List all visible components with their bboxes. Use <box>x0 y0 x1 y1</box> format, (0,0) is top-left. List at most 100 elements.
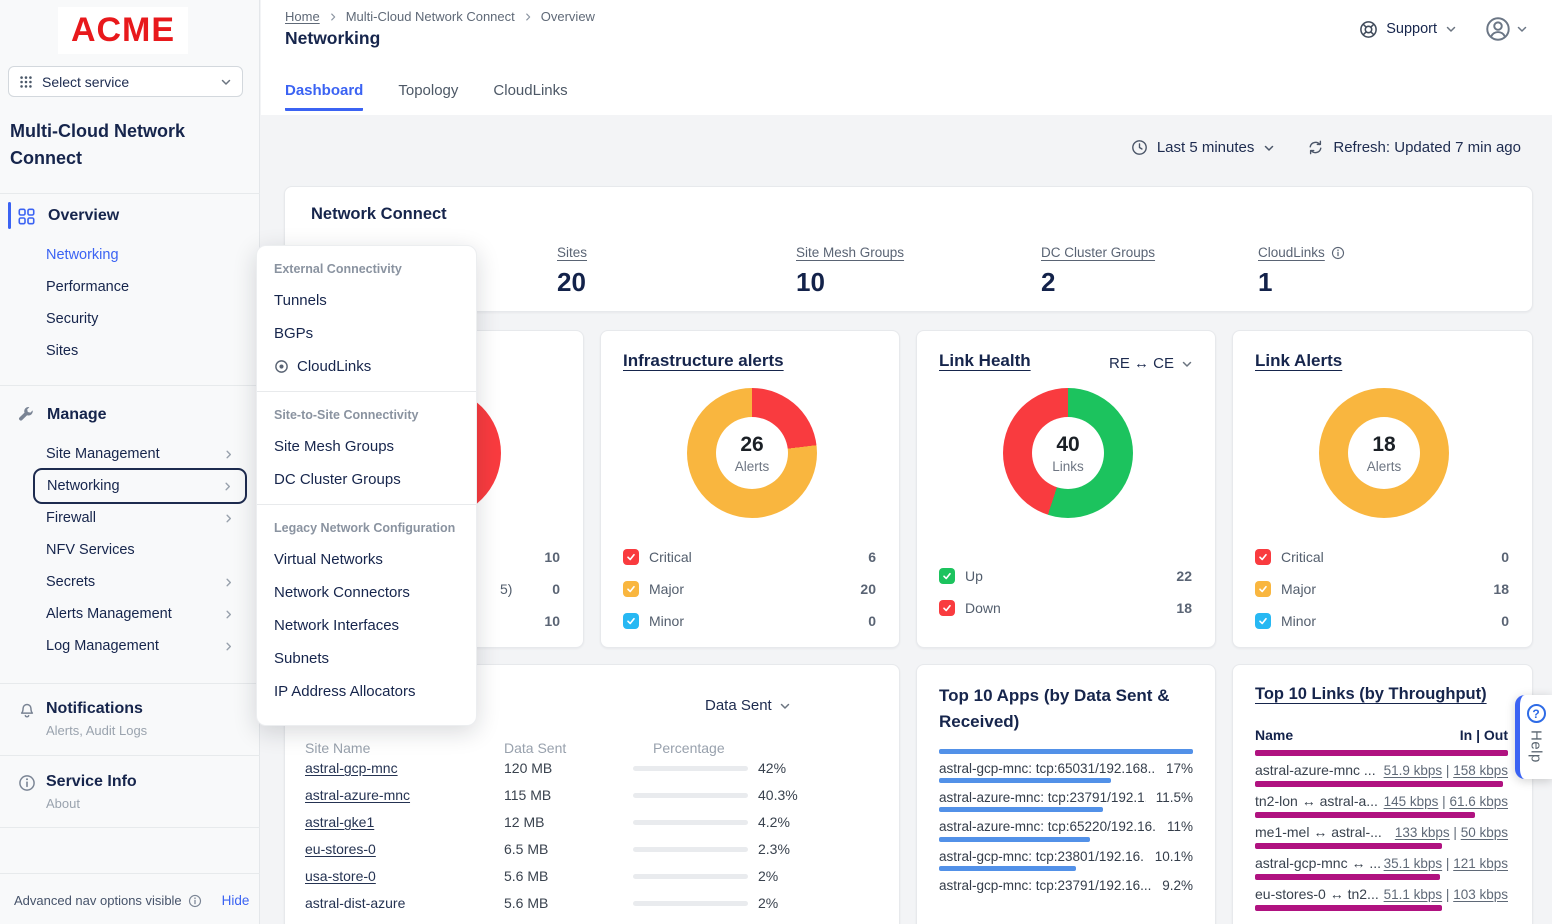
app-percentage: 9.2% <box>1162 878 1193 893</box>
top-right-actions: Support <box>1359 16 1528 42</box>
checkbox-down[interactable] <box>939 600 955 616</box>
help-label: Help <box>1528 730 1545 763</box>
sidebar-item-site-management[interactable]: Site Management <box>34 439 246 469</box>
summary-card-title: Network Connect <box>311 205 447 224</box>
info-icon[interactable] <box>1331 246 1345 260</box>
time-range-selector[interactable]: Last 5 minutes <box>1131 139 1276 156</box>
sidebar-item-log-management[interactable]: Log Management <box>34 631 246 661</box>
data-sent-value: 5.6 MB <box>504 895 548 911</box>
sidebar-item-alerts-management[interactable]: Alerts Management <box>34 599 246 629</box>
sidebar-item-performance[interactable]: Performance <box>46 279 129 296</box>
link-out-value[interactable]: 50 kbps <box>1461 825 1508 840</box>
checkbox-minor[interactable] <box>1255 613 1271 629</box>
breadcrumb-item[interactable]: Overview <box>541 9 595 24</box>
tab-cloudlinks[interactable]: CloudLinks <box>493 82 567 111</box>
refresh-button[interactable]: Refresh: Updated 7 min ago <box>1307 139 1521 156</box>
app-name: astral-azure-mnc: tcp:23791/192.1... <box>939 790 1146 805</box>
acme-logo[interactable]: ACME <box>58 7 188 54</box>
link-in-value[interactable]: 51.1 kbps <box>1384 887 1443 902</box>
app-bar <box>939 807 1193 812</box>
site-name: astral-dist-azure <box>305 895 405 911</box>
support-menu[interactable]: Support <box>1359 20 1457 39</box>
checkbox-major[interactable] <box>1255 581 1271 597</box>
link-out-value[interactable]: 61.6 kbps <box>1449 794 1508 809</box>
stat-sites-value: 20 <box>557 267 587 298</box>
data-sent-value: 120 MB <box>504 760 552 776</box>
hide-advanced-nav-button[interactable]: Hide <box>222 893 250 908</box>
link-bar <box>1255 874 1508 880</box>
sidebar-section-overview[interactable]: Overview <box>0 202 260 230</box>
app-name: astral-gcp-mnc: tcp:23791/192.16... <box>939 878 1152 893</box>
data-sent-sort-dropdown[interactable]: Data Sent <box>705 697 791 714</box>
value-separator: | <box>1442 794 1446 809</box>
site-name-link[interactable]: eu-stores-0 <box>305 841 376 857</box>
flyout-item-tunnels[interactable]: Tunnels <box>257 284 476 317</box>
link-in-value[interactable]: 51.9 kbps <box>1384 763 1443 778</box>
breadcrumb-separator-icon <box>523 12 533 22</box>
link-in-value[interactable]: 145 kbps <box>1384 794 1439 809</box>
sidebar-item-networking[interactable]: Networking <box>46 247 119 264</box>
flyout-item-virtual-networks[interactable]: Virtual Networks <box>257 543 476 576</box>
flyout-item-network-connectors[interactable]: Network Connectors <box>257 576 476 609</box>
sidebar-item-networking-manage[interactable]: Networking <box>33 468 247 504</box>
infrastructure-alerts-title[interactable]: Infrastructure alerts <box>623 351 784 371</box>
checkbox-minor[interactable] <box>623 613 639 629</box>
checkbox-critical[interactable] <box>1255 549 1271 565</box>
product-title: Multi-Cloud Network Connect <box>10 118 235 172</box>
flyout-item-dc-cluster-groups[interactable]: DC Cluster Groups <box>257 463 476 496</box>
stat-cloudlinks-link[interactable]: CloudLinks <box>1258 245 1325 260</box>
link-health-endpoint-filter[interactable]: RE ↔ CE <box>1109 355 1193 372</box>
sidebar-item-secrets[interactable]: Secrets <box>34 567 246 597</box>
donut-center-value: 40 <box>1056 433 1079 457</box>
sidebar-item-service-info[interactable]: Service Info <box>46 773 137 791</box>
infrastructure-alerts-card: Infrastructure alerts 26 Alerts Critical… <box>600 330 900 648</box>
link-in-value[interactable]: 35.1 kbps <box>1384 856 1443 871</box>
user-account-menu[interactable] <box>1485 16 1528 42</box>
link-out-value[interactable]: 158 kbps <box>1453 763 1508 778</box>
acme-logo-text: ACME <box>71 11 175 50</box>
checkbox-up[interactable] <box>939 568 955 584</box>
flyout-item-network-interfaces[interactable]: Network Interfaces <box>257 609 476 642</box>
link-in-value[interactable]: 133 kbps <box>1395 825 1450 840</box>
flyout-item-cloudlinks[interactable]: CloudLinks <box>257 350 476 383</box>
link-health-title[interactable]: Link Health <box>939 351 1031 371</box>
column-header-data-sent: Data Sent <box>504 740 566 756</box>
sidebar-item-sites[interactable]: Sites <box>46 343 78 360</box>
link-row: eu-stores-0 ↔ tn2... 51.1 kbps | 103 kbp… <box>1255 886 1508 902</box>
service-selector[interactable]: Select service <box>8 66 243 97</box>
site-name-link[interactable]: astral-azure-mnc <box>305 787 410 803</box>
legend-value: 18 <box>1176 600 1192 616</box>
stat-sites-link[interactable]: Sites <box>557 245 587 260</box>
flyout-item-ip-address-allocators[interactable]: IP Address Allocators <box>257 675 476 708</box>
flyout-item-subnets[interactable]: Subnets <box>257 642 476 675</box>
site-name-link[interactable]: astral-gke1 <box>305 814 374 830</box>
link-out-value[interactable]: 103 kbps <box>1453 887 1508 902</box>
sort-dropdown-label: Data Sent <box>705 697 772 714</box>
breadcrumb-home-link[interactable]: Home <box>285 9 320 24</box>
sidebar-section-manage[interactable]: Manage <box>0 401 260 429</box>
tab-dashboard[interactable]: Dashboard <box>285 82 363 111</box>
app-percentage: 11.5% <box>1156 790 1193 805</box>
sidebar-item-firewall[interactable]: Firewall <box>34 503 246 533</box>
link-alerts-title[interactable]: Link Alerts <box>1255 351 1342 371</box>
flyout-item-label: Virtual Networks <box>274 551 383 568</box>
breadcrumb-item[interactable]: Multi-Cloud Network Connect <box>346 9 515 24</box>
stat-site-mesh-groups-link[interactable]: Site Mesh Groups <box>796 245 904 260</box>
link-out-value[interactable]: 121 kbps <box>1453 856 1508 871</box>
stat-dc-cluster-groups-link[interactable]: DC Cluster Groups <box>1041 245 1155 260</box>
checkbox-major[interactable] <box>623 581 639 597</box>
checkbox-critical[interactable] <box>623 549 639 565</box>
sidebar-item-nfv-services[interactable]: NFV Services <box>34 535 246 565</box>
app-bar <box>939 778 1193 783</box>
link-row: tn2-lon ↔ astral-a... 145 kbps | 61.6 kb… <box>1255 793 1508 809</box>
site-name-link[interactable]: usa-store-0 <box>305 868 376 884</box>
sidebar-item-security[interactable]: Security <box>46 311 98 328</box>
flyout-item-bgps[interactable]: BGPs <box>257 317 476 350</box>
top-links-title[interactable]: Top 10 Links (by Throughput) <box>1255 685 1487 704</box>
site-name-link[interactable]: astral-gcp-mnc <box>305 760 398 776</box>
tab-topology[interactable]: Topology <box>398 82 458 111</box>
help-tab[interactable]: ? Help <box>1515 695 1552 779</box>
legend-row-major: Major 18 <box>1255 579 1509 599</box>
sidebar-item-notifications[interactable]: Notifications <box>46 700 143 718</box>
flyout-item-site-mesh-groups[interactable]: Site Mesh Groups <box>257 430 476 463</box>
